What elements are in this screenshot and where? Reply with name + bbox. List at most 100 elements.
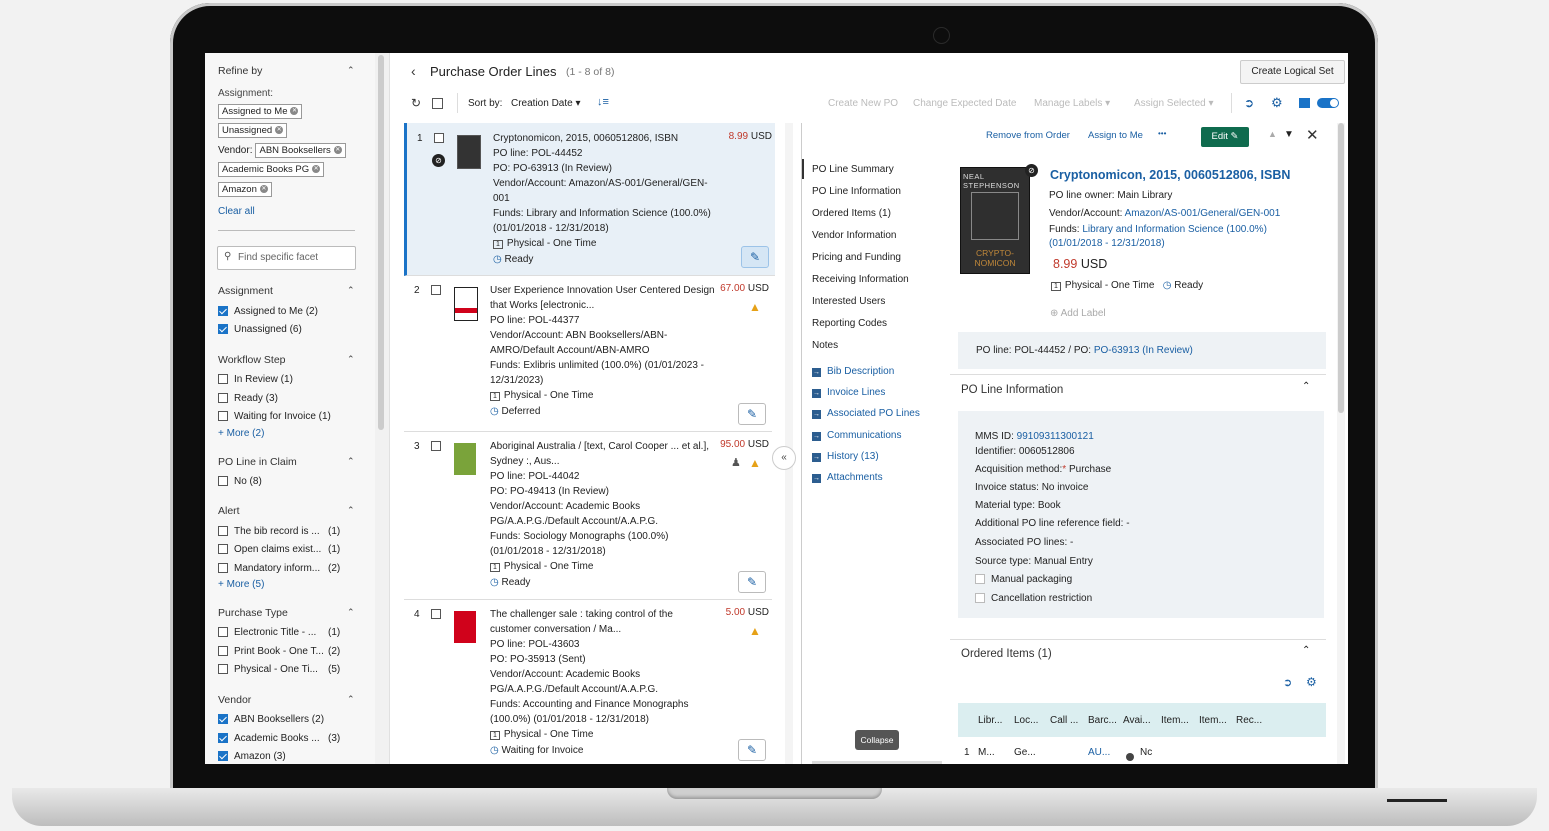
row-checkbox[interactable] — [434, 133, 444, 143]
column-header[interactable]: Item... — [1199, 715, 1227, 726]
facet-option[interactable]: Waiting for Invoice (1) — [218, 411, 331, 422]
collapse-icon[interactable]: ⌃ — [347, 354, 355, 365]
facet-option[interactable]: Physical - One Ti... (5) — [218, 664, 340, 675]
chip-amazon[interactable]: Amazon ✕ — [218, 182, 272, 197]
row-checkbox[interactable] — [431, 609, 441, 619]
change-expected-date-button[interactable]: Change Expected Date — [913, 98, 1016, 109]
link-attachments[interactable]: → Attachments — [812, 472, 883, 483]
edit-pencil-button[interactable]: ✎ — [741, 246, 769, 268]
more-link[interactable]: + More (2) — [218, 428, 264, 439]
add-label-button[interactable]: ⊕ Add Label — [1050, 308, 1106, 319]
column-header[interactable]: Call ... — [1050, 715, 1078, 726]
facet-search-input[interactable]: ⚲ Find specific facet — [217, 246, 356, 270]
detail-scrollbar[interactable] — [1337, 123, 1345, 764]
funds-link[interactable]: Library and Information Science (100.0%)… — [1049, 224, 1267, 249]
assign-to-me-button[interactable]: Assign to Me — [1088, 130, 1143, 141]
list-item[interactable]: 1 ⊘ Cryptonomicon, 2015, 0060512806, ISB… — [404, 123, 775, 276]
manage-labels-button[interactable]: Manage Labels ▾ — [1034, 98, 1110, 109]
facet-scrollbar[interactable] — [375, 53, 390, 764]
collapse-pane-button[interactable]: « — [772, 446, 796, 470]
facet-option[interactable]: Amazon (3) — [218, 751, 286, 762]
create-new-po-button[interactable]: Create New PO — [828, 98, 898, 109]
table-row[interactable]: 1 M... Ge... AU... Nc — [958, 737, 1326, 764]
layout-toggle-icon[interactable] — [1299, 98, 1310, 108]
edit-pencil-button[interactable]: ✎ — [738, 403, 766, 425]
item-title[interactable]: The challenger sale : taking control of … — [490, 607, 715, 637]
facet-option[interactable]: Assigned to Me (2) — [218, 306, 318, 317]
view-toggle-switch[interactable] — [1317, 98, 1339, 108]
item-title[interactable]: User Experience Innovation User Centered… — [490, 283, 715, 313]
nav-interested-users[interactable]: Interested Users — [812, 296, 885, 307]
list-item[interactable]: 3 Aboriginal Australia / [text, Carol Co… — [404, 431, 772, 600]
collapse-icon[interactable]: ⌃ — [347, 505, 355, 516]
assign-selected-button[interactable]: Assign Selected ▾ — [1134, 98, 1214, 109]
nav-po-line-summary[interactable]: PO Line Summary — [812, 164, 894, 175]
row-checkbox[interactable] — [431, 441, 441, 451]
more-actions-button[interactable]: ••• — [1158, 129, 1166, 138]
nav-po-line-information[interactable]: PO Line Information — [812, 186, 901, 197]
collapse-up-icon[interactable]: ▲ — [1268, 129, 1277, 139]
facet-option[interactable]: ABN Booksellers (2) — [218, 714, 324, 725]
nav-reporting-codes[interactable]: Reporting Codes — [812, 318, 887, 329]
list-item[interactable]: 4 The challenger sale : taking control o… — [404, 599, 772, 764]
facet-option[interactable]: In Review (1) — [218, 374, 293, 385]
clear-all-link[interactable]: Clear all — [218, 206, 255, 217]
export-icon[interactable]: ➲ — [1283, 676, 1292, 689]
chip-unassigned[interactable]: Unassigned ✕ — [218, 123, 288, 138]
mms-id-link[interactable]: 99109311300121 — [1017, 431, 1094, 442]
list-scrollbar[interactable] — [785, 123, 793, 764]
item-title[interactable]: Aboriginal Australia / [text, Carol Coop… — [490, 439, 715, 469]
collapse-section-icon[interactable]: ⌃ — [1302, 645, 1310, 656]
collapse-refine-icon[interactable]: ⌃ — [347, 65, 355, 76]
edit-pencil-button[interactable]: ✎ — [738, 739, 766, 761]
column-header[interactable]: Libr... — [978, 715, 1002, 726]
facet-option[interactable]: No (8) — [218, 476, 262, 487]
chip-assigned-to-me[interactable]: Assigned to Me ✕ — [218, 104, 303, 119]
item-title[interactable]: Cryptonomicon, 2015, 0060512806, ISBN — [493, 131, 718, 146]
facet-option[interactable]: Unassigned (6) — [218, 324, 302, 335]
chip-abn-booksellers[interactable]: ABN Booksellers ✕ — [255, 143, 346, 158]
nav-pricing-funding[interactable]: Pricing and Funding — [812, 252, 901, 263]
link-bib-description[interactable]: → Bib Description — [812, 366, 894, 377]
facet-option[interactable]: Open claims exist... (1) — [218, 544, 340, 555]
column-header[interactable]: Item... — [1161, 715, 1189, 726]
facet-option[interactable]: Ready (3) — [218, 393, 278, 404]
row-checkbox[interactable] — [431, 285, 441, 295]
facet-option[interactable]: Mandatory inform... (2) — [218, 563, 340, 574]
link-history[interactable]: → History (13) — [812, 451, 879, 462]
collapse-icon[interactable]: ⌃ — [347, 607, 355, 618]
collapse-down-icon[interactable]: ▼ — [1284, 129, 1294, 140]
list-item[interactable]: 2 User Experience Innovation User Center… — [404, 275, 772, 432]
nav-ordered-items[interactable]: Ordered Items (1) — [812, 208, 891, 219]
facet-option[interactable]: Print Book - One T... (2) — [218, 646, 340, 657]
facet-option[interactable]: Academic Books ... (3) — [218, 733, 340, 744]
close-icon[interactable]: ✕ — [1306, 126, 1319, 144]
settings-gear-icon[interactable]: ⚙ — [1306, 675, 1317, 689]
column-header[interactable]: Loc... — [1014, 715, 1038, 726]
column-header[interactable]: Rec... — [1236, 715, 1262, 726]
edit-pencil-button[interactable]: ✎ — [738, 571, 766, 593]
remove-from-order-button[interactable]: Remove from Order — [986, 130, 1070, 141]
nav-receiving-information[interactable]: Receiving Information — [812, 274, 909, 285]
facet-option[interactable]: Electronic Title - ... (1) — [218, 627, 340, 638]
nav-notes[interactable]: Notes — [812, 340, 838, 351]
link-associated-po-lines[interactable]: → Associated PO Lines — [812, 408, 920, 419]
po-link[interactable]: PO-63913 (In Review) — [1094, 345, 1193, 356]
collapse-icon[interactable]: ⌃ — [347, 285, 355, 296]
facet-option[interactable]: The bib record is ... (1) — [218, 526, 340, 537]
chip-academic-books[interactable]: Academic Books PG ✕ — [218, 162, 325, 177]
link-communications[interactable]: → Communications — [812, 430, 901, 441]
export-icon[interactable]: ➲ — [1244, 96, 1254, 110]
column-header[interactable]: Barc... — [1088, 715, 1117, 726]
more-link[interactable]: + More (5) — [218, 579, 264, 590]
nav-vendor-information[interactable]: Vendor Information — [812, 230, 897, 241]
settings-gear-icon[interactable]: ⚙ — [1271, 95, 1283, 111]
collapse-icon[interactable]: ⌃ — [347, 456, 355, 467]
collapse-section-icon[interactable]: ⌃ — [1302, 381, 1310, 392]
collapse-icon[interactable]: ⌃ — [347, 694, 355, 705]
edit-button[interactable]: Edit ✎ — [1201, 127, 1249, 147]
link-invoice-lines[interactable]: → Invoice Lines — [812, 387, 885, 398]
vendor-link[interactable]: Amazon/AS-001/General/GEN-001 — [1125, 208, 1281, 219]
create-logical-set-button[interactable]: Create Logical Set — [1240, 60, 1345, 84]
column-header[interactable]: Avai... — [1123, 715, 1151, 726]
